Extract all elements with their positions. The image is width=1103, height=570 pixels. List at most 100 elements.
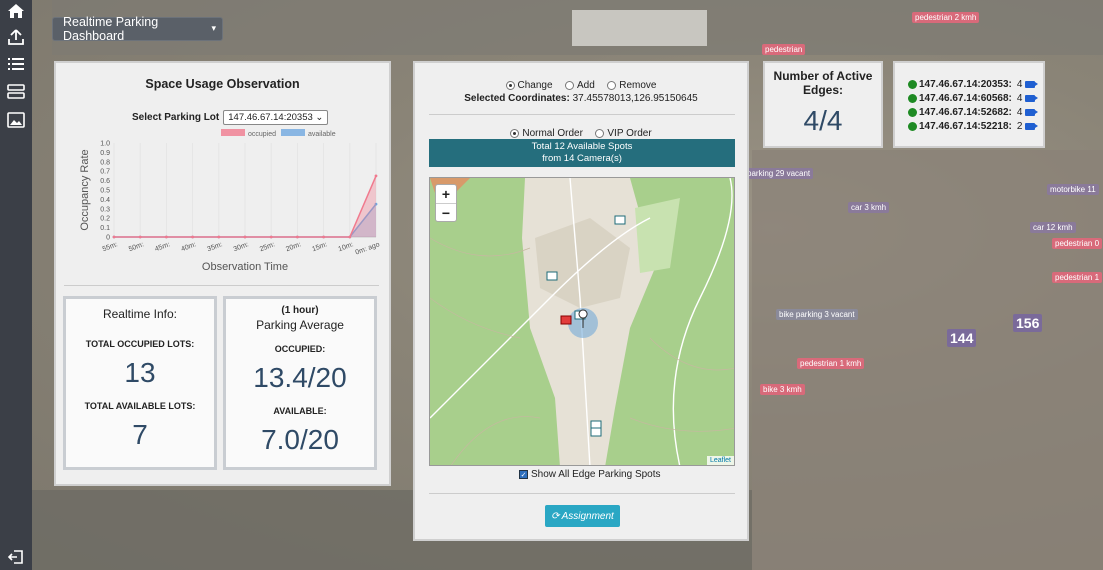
camera-icon [1025,80,1039,88]
map-tiles [430,178,734,465]
selected-coordinates: Selected Coordinates: 37.45578013,126.95… [415,93,747,104]
y-tick-label: 1.0 [100,141,110,148]
active-edges-value: 4/4 [803,105,843,136]
data-point-occupied [296,235,299,239]
realtime-info-box: Realtime Info: TOTAL OCCUPIED LOTS: 13 T… [63,296,217,470]
edge-row: 147.46.67.14:60568: 4 [908,91,1043,105]
x-tick-label: 20m: [285,241,302,253]
upload-icon[interactable] [5,26,27,48]
mode-change-label: Change [517,80,553,91]
logout-icon[interactable] [5,546,27,568]
bg-label: car 3 kmh [848,202,890,213]
divider [64,285,379,286]
divider [429,493,735,494]
edge-count: 4 [1016,92,1023,104]
banner-line-2: from 14 Camera(s) [542,153,622,164]
map-panel: Change Add Remove Selected Coordinates: … [413,61,749,541]
available-spots-banner: Total 12 Available Spots from 14 Camera(… [429,139,735,167]
server-icon[interactable] [5,81,27,103]
legend-swatch [281,129,305,136]
x-tick-label: 55m: [102,241,119,253]
available-lots-value: 7 [132,419,148,450]
occupied-lots-value: 13 [124,357,156,388]
edge-address: 147.46.67.14:60568: [919,92,1012,104]
x-tick-label: 25m: [259,241,276,253]
data-point-occupied [165,235,168,239]
edge-row: 147.46.67.14:52682: 4 [908,105,1043,119]
edge-address: 147.46.67.14:20353: [919,78,1012,90]
edge-count: 2 [1016,120,1023,132]
panel-title: Space Usage Observation [145,77,300,91]
bg-label: bike 3 kmh [760,384,805,395]
x-tick-label: 0m: ago [355,241,381,256]
campus-map[interactable]: + − Leaflet [429,177,735,466]
parking-lot-select-row: Select Parking Lot 147.46.67.14:20353 ⌄ [132,110,329,125]
zoom-in-button[interactable]: + [436,185,456,203]
legend-swatch [221,129,245,136]
bg-label: car 12 kmh [1030,222,1076,233]
normal-order-radio[interactable]: Normal Order [510,128,583,139]
normal-order-label: Normal Order [522,128,583,139]
show-all-label: Show All Edge Parking Spots [531,469,661,480]
bg-label: pedestrian 2 kmh [912,12,980,23]
bg-label: pedestrian 1 kmh [797,358,865,369]
camera-icon [1025,94,1039,102]
y-axis-label: Occupancy Rate [79,149,91,230]
legend-label: available [308,131,336,138]
data-point-occupied [217,235,221,239]
data-point-occupied [269,235,273,239]
sidebar [0,0,32,570]
mode-remove-radio[interactable]: Remove [607,80,656,91]
data-point-occupied [374,174,378,178]
data-point-occupied [348,235,352,239]
bg-label: pedestrian [762,44,806,55]
refresh-icon: ⟳ [551,510,560,522]
image-gallery-icon[interactable] [5,109,27,131]
space-usage-panel: Space Usage Observation Select Parking L… [54,61,391,486]
average-occupied-label: OCCUPIED: [274,344,326,354]
assignment-button[interactable]: ⟳ Assignment [545,505,620,527]
occupied-lots-label: TOTAL OCCUPIED LOTS: [85,339,195,349]
vip-order-label: VIP Order [607,128,652,139]
mode-change-radio[interactable]: Change [505,80,553,91]
average-title: Parking Average [256,318,344,332]
y-tick-label: 0.4 [100,197,110,204]
list-icon[interactable] [5,53,27,75]
data-point-occupied [191,235,194,239]
edge-row: 147.46.67.14:20353: 4 [908,77,1043,91]
vip-order-radio[interactable]: VIP Order [595,128,652,139]
leaflet-attribution[interactable]: Leaflet [706,456,734,465]
x-axis-label: Observation Time [202,261,288,273]
y-tick-label: 0 [106,235,110,242]
active-edges-title: Number of Active Edges: [773,69,873,97]
bg-label: bike parking 3 vacant [776,309,858,320]
y-tick-label: 0.8 [100,159,110,166]
edge-count: 4 [1016,78,1023,90]
bg-label: motorbike 11 [1047,184,1099,195]
edge-address: 147.46.67.14:52682: [919,106,1012,118]
dashboard-dropdown[interactable]: Realtime Parking Dashboard ▾ [52,15,223,43]
y-tick-label: 0.3 [100,206,110,213]
camera-icon [1025,108,1039,116]
camera-icon [1025,122,1039,130]
average-available-value: 7.0/20 [261,424,339,455]
x-tick-label: 50m: [128,241,145,253]
occupancy-chart: occupied available 0 0.1 0.2 0.3 0.4 0.5 0.6 0.7 0… [79,129,381,273]
parking-lot-select[interactable]: 147.46.67.14:20353 ⌄ [223,110,329,125]
zoom-out-button[interactable]: − [436,203,456,221]
chevron-down-icon: ▾ [211,23,216,33]
x-tick-label: 10m: [337,241,354,253]
show-all-checkbox[interactable]: ✓ Show All Edge Parking Spots [519,469,661,480]
map-zoom-control: + − [435,184,457,222]
average-available-label: AVAILABLE: [273,406,327,416]
home-icon[interactable] [5,0,27,22]
edge-count: 4 [1016,106,1023,118]
mode-add-radio[interactable]: Add [564,80,595,91]
x-tick-label: 30m: [233,241,250,253]
y-tick-label: 0.6 [100,178,110,185]
edge-row: 147.46.67.14:52218: 2 [908,119,1043,133]
data-point-occupied [322,235,325,239]
edge-list-panel: 147.46.67.14:20353: 4 147.46.67.14:60568… [893,61,1045,148]
y-tick-label: 0.5 [100,188,110,195]
average-occupied-value: 13.4/20 [253,362,347,393]
